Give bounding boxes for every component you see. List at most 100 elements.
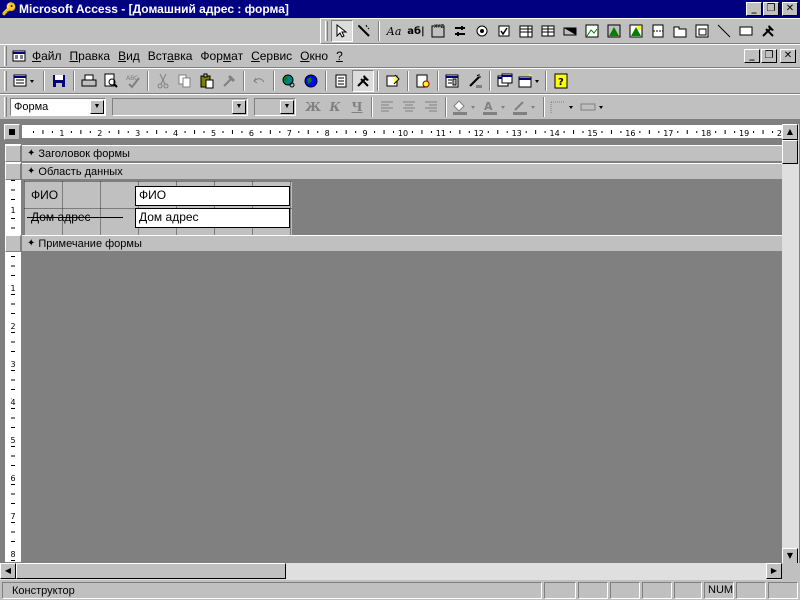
align-right-button[interactable] [420,96,442,118]
option-group-tool[interactable]: XYZ [427,20,449,42]
doc-restore-button[interactable]: ❐ [761,49,777,63]
menu-insert[interactable]: Вставка [144,49,197,63]
title-bar[interactable]: 🔑 Microsoft Access - [Домашний адрес : ф… [0,0,800,18]
line-color-button[interactable] [510,96,540,118]
page-break-tool[interactable] [647,20,669,42]
form-header-bar[interactable]: ✦ Заголовок формы [22,145,782,162]
special-effect-button[interactable] [578,96,608,118]
document-control-menu[interactable] [10,45,28,67]
toggle-button-tool[interactable] [449,20,471,42]
list-box-tool[interactable] [537,20,559,42]
align-left-button[interactable] [376,96,398,118]
menu-help[interactable]: ? [332,49,347,63]
help-button[interactable]: ? [550,70,572,92]
toolbar-grip[interactable] [325,21,328,41]
home-address-textbox[interactable]: Дом адрес [135,208,290,228]
horizontal-scrollbar[interactable]: ◀ ▶ [0,563,782,580]
horizontal-scroll-thumb[interactable] [16,563,286,579]
home-address-label[interactable]: Дом адрес [27,208,123,228]
chevron-down-icon[interactable]: ▼ [280,100,294,114]
insert-hyperlink-button[interactable] [278,70,300,92]
textbox-tool[interactable]: аб| [405,20,427,42]
close-button[interactable]: ✕ [782,2,798,16]
scroll-right-button[interactable]: ▶ [766,563,782,579]
fill-color-button[interactable] [450,96,480,118]
underline-button[interactable]: Ч [346,96,368,118]
horizontal-ruler[interactable]: 1234567891011121314151617181920 [22,125,782,139]
checkbox-tool[interactable] [493,20,515,42]
header-section-selector[interactable] [5,145,21,162]
label-tool[interactable]: Аа [383,20,405,42]
command-button-tool[interactable] [559,20,581,42]
chevron-down-icon[interactable]: ▼ [232,100,246,114]
vertical-ruler[interactable]: 1 1 2 3 4 5 6 7 8 [5,144,21,562]
more-controls-tool[interactable] [757,20,779,42]
print-preview-button[interactable] [100,70,122,92]
detail-section-selector[interactable] [5,163,21,180]
paste-button[interactable] [196,70,218,92]
scroll-up-button[interactable]: ▲ [782,124,798,140]
field-list-button[interactable] [330,70,352,92]
chevron-down-icon[interactable]: ▼ [90,100,104,114]
font-color-button[interactable]: A [480,96,510,118]
web-toolbar-button[interactable] [300,70,322,92]
form-selector[interactable] [4,124,20,140]
fio-label[interactable]: ФИО [27,186,99,206]
code-button[interactable] [412,70,434,92]
menubar-grip[interactable] [4,46,7,66]
object-combo[interactable]: Форма ▼ [10,98,106,116]
font-size-combo[interactable]: ▼ [254,98,296,116]
vertical-scrollbar[interactable]: ▲ ▼ [782,124,799,564]
menu-view[interactable]: Вид [114,49,144,63]
new-object-button[interactable] [516,70,542,92]
copy-button[interactable] [174,70,196,92]
minimize-button[interactable]: _ [746,2,762,16]
toolbar-grip[interactable] [4,97,7,117]
toolbox-button[interactable] [352,70,374,92]
cut-button[interactable] [152,70,174,92]
control-wizards-tool[interactable] [353,20,375,42]
font-name-combo[interactable]: ▼ [112,98,248,116]
subform-tool[interactable] [691,20,713,42]
restore-button[interactable]: ❐ [763,2,779,16]
fio-textbox[interactable]: ФИО [135,186,290,206]
vertical-scroll-thumb[interactable] [782,140,798,164]
align-center-button[interactable] [398,96,420,118]
menu-window[interactable]: Окно [296,49,332,63]
scroll-left-button[interactable]: ◀ [0,563,16,579]
unbound-object-tool[interactable] [603,20,625,42]
footer-section-selector[interactable] [5,235,21,252]
tab-control-tool[interactable] [669,20,691,42]
menu-format[interactable]: Формат [196,49,247,63]
rectangle-tool[interactable] [735,20,757,42]
combo-box-tool[interactable] [515,20,537,42]
bold-button[interactable]: Ж [302,96,324,118]
image-tool[interactable] [581,20,603,42]
menu-tools[interactable]: Сервис [247,49,296,63]
scroll-down-button[interactable]: ▼ [782,548,798,564]
line-width-button[interactable] [548,96,578,118]
doc-minimize-button[interactable]: _ [744,49,760,63]
properties-button[interactable] [442,70,464,92]
format-painter-button[interactable] [218,70,240,92]
database-window-button[interactable] [494,70,516,92]
menu-file[interactable]: Файл [28,49,66,63]
spelling-button[interactable]: ABC [122,70,144,92]
option-button-tool[interactable] [471,20,493,42]
italic-button[interactable]: К [324,96,346,118]
tab-control-icon [673,26,687,38]
toolbar-grip[interactable] [4,71,7,91]
line-tool[interactable] [713,20,735,42]
undo-button[interactable] [248,70,270,92]
autoformat-button[interactable] [382,70,404,92]
form-footer-bar[interactable]: ✦ Примечание формы [22,235,782,252]
bound-object-tool[interactable] [625,20,647,42]
view-button[interactable] [10,70,40,92]
detail-section-bar[interactable]: ✦ Область данных [22,163,782,180]
save-button[interactable] [48,70,70,92]
doc-close-button[interactable]: ✕ [780,49,796,63]
print-button[interactable] [78,70,100,92]
select-objects-tool[interactable] [331,20,353,42]
build-button[interactable] [464,70,486,92]
menu-edit[interactable]: Правка [66,49,115,63]
